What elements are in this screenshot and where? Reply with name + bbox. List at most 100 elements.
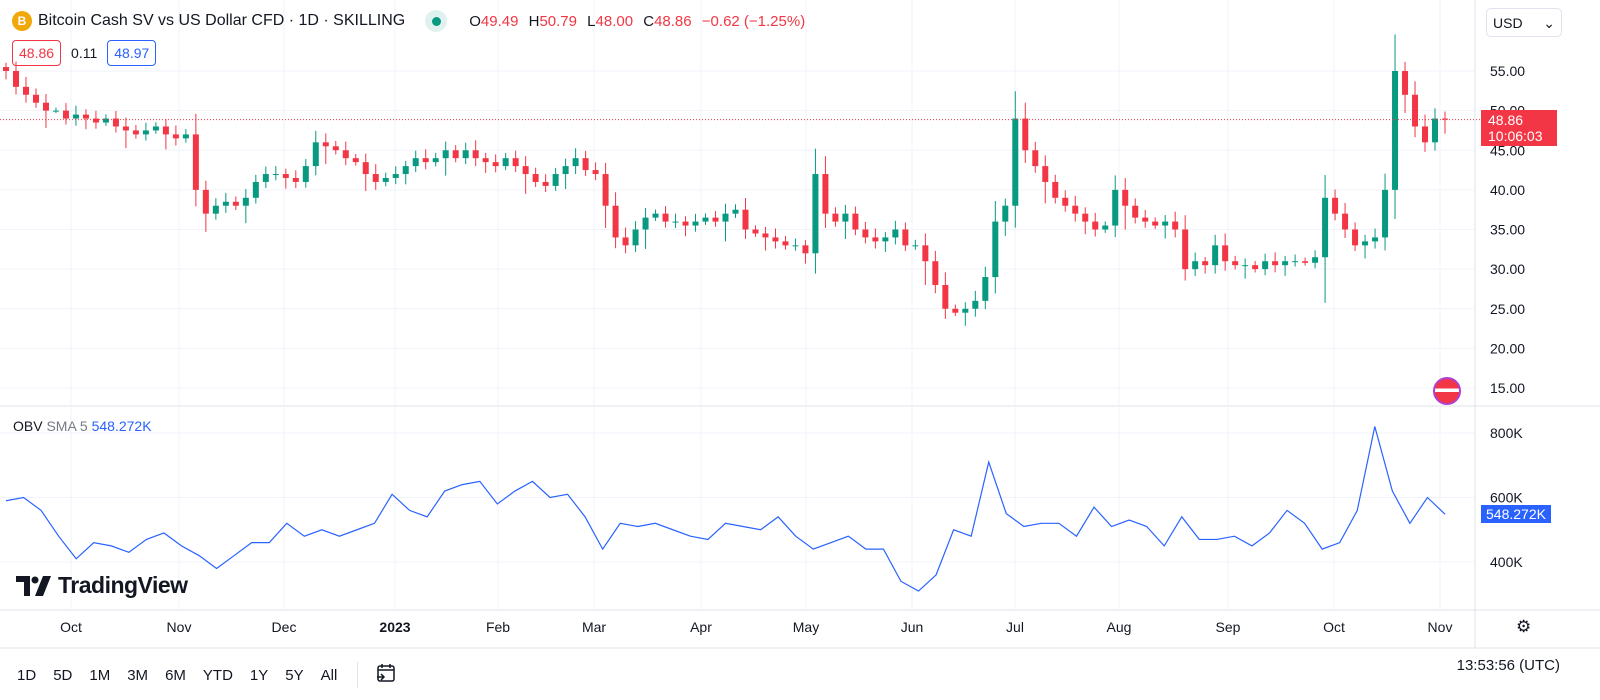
candle-body <box>952 308 959 313</box>
candle-body <box>982 277 989 301</box>
candle-body <box>1152 221 1159 226</box>
candle-body <box>1392 71 1399 190</box>
candle-body <box>622 237 629 246</box>
range-button-5d[interactable]: 5D <box>53 667 72 684</box>
logo-text: TradingView <box>58 572 188 598</box>
candle-body <box>572 158 579 167</box>
candle-body <box>352 158 359 163</box>
candle-body <box>682 221 689 226</box>
ohlc-values: O49.49 H50.79 L48.00 C48.86 −0.62 (−1.25… <box>469 13 811 30</box>
candle-body <box>842 213 849 222</box>
chevron-down-icon: ⌄ <box>1543 15 1555 31</box>
candle-body <box>452 150 459 159</box>
range-button-all[interactable]: All <box>321 667 338 684</box>
candle-body <box>1062 197 1069 206</box>
clock[interactable]: 13:53:56 (UTC) <box>1457 657 1560 674</box>
low-label: L <box>587 12 596 30</box>
us-flag-icon[interactable] <box>1433 377 1461 405</box>
range-button-1m[interactable]: 1M <box>89 667 110 684</box>
symbol-title[interactable]: Bitcoin Cash SV vs US Dollar CFD · 1D · … <box>38 12 405 30</box>
candle-body <box>762 233 769 238</box>
time-tick-label: Mar <box>582 619 606 635</box>
time-tick-label: Nov <box>167 619 192 635</box>
candle-body <box>72 114 79 119</box>
candle-body <box>482 158 489 163</box>
candle-body <box>882 237 889 242</box>
candle-body <box>1072 205 1079 214</box>
candle-body <box>522 166 529 175</box>
last-price: 48.86 <box>1488 112 1524 128</box>
range-button-5y[interactable]: 5Y <box>285 667 303 684</box>
close-value: 48.86 <box>654 12 692 30</box>
open-value: 49.49 <box>480 12 519 30</box>
settings-gear-icon[interactable]: ⚙ <box>1516 617 1531 637</box>
time-tick-label: May <box>793 619 819 635</box>
candle-body <box>1212 245 1219 266</box>
candle-body <box>222 201 229 206</box>
candle-body <box>662 213 669 222</box>
last-price-tag: 48.86 10:06:03 <box>1481 110 1557 146</box>
candle-body <box>1142 217 1149 222</box>
range-button-ytd[interactable]: YTD <box>203 667 233 684</box>
candle-body <box>692 221 699 226</box>
candle-body <box>502 158 509 167</box>
price-tick-label: 30.00 <box>1490 261 1525 277</box>
range-button-3m[interactable]: 3M <box>127 667 148 684</box>
candle-body <box>1282 261 1289 266</box>
candle-body <box>1012 118 1019 206</box>
candle-body <box>752 229 759 234</box>
obv-value-tag: 548.272K <box>1481 505 1551 523</box>
candle-body <box>1132 205 1139 218</box>
candle-body <box>742 209 749 230</box>
tradingview-logo[interactable]: TradingView <box>16 572 188 599</box>
candle-body <box>1352 229 1359 246</box>
candle-body <box>1032 150 1039 167</box>
range-button-6m[interactable]: 6M <box>165 667 186 684</box>
high-value: 50.79 <box>539 12 577 30</box>
candle-body <box>282 174 289 178</box>
candle-body <box>1202 261 1209 266</box>
candle-body <box>632 229 639 246</box>
time-tick-label: Apr <box>690 619 712 635</box>
obv-tick-label: 600K <box>1490 490 1523 506</box>
candle-body <box>942 284 949 309</box>
low-value: 48.00 <box>595 12 634 30</box>
currency-select[interactable]: USD ⌄ <box>1486 8 1562 37</box>
change-value: −0.62 (−1.25%) <box>701 12 806 30</box>
candle-body <box>132 130 139 135</box>
buy-price-button[interactable]: 48.97 <box>107 40 157 66</box>
candle-body <box>472 150 479 159</box>
candle-body <box>1162 221 1169 226</box>
candle-body <box>212 205 219 214</box>
candle-body <box>172 134 179 139</box>
candle-body <box>302 166 309 182</box>
candle-body <box>652 213 659 218</box>
time-tick-label: Sep <box>1216 619 1241 635</box>
candle-body <box>332 146 339 151</box>
candle-body <box>42 102 49 111</box>
close-label: C <box>643 12 655 30</box>
candle-body <box>702 217 709 222</box>
candle-body <box>1332 197 1339 214</box>
quote-boxes: 48.86 0.11 48.97 <box>12 40 157 66</box>
range-button-1y[interactable]: 1Y <box>250 667 268 684</box>
go-to-date-calendar-icon[interactable] <box>375 662 397 688</box>
candle-body <box>1092 221 1099 230</box>
candle-body <box>292 177 299 182</box>
bar-countdown: 10:06:03 <box>1488 128 1543 144</box>
obv-tick-label: 400K <box>1490 554 1523 570</box>
candle-body <box>992 221 999 278</box>
time-tick-label: Jun <box>901 619 924 635</box>
candle-body <box>1022 118 1029 151</box>
candle-body <box>252 181 259 198</box>
candle-body <box>1242 265 1249 267</box>
candle-body <box>612 205 619 238</box>
sell-price-button[interactable]: 48.86 <box>12 40 62 66</box>
currency-value: USD <box>1493 15 1523 31</box>
candle-body <box>1292 261 1299 263</box>
candle-body <box>1312 257 1319 263</box>
price-tick-label: 15.00 <box>1490 380 1525 396</box>
range-button-1d[interactable]: 1D <box>17 667 36 684</box>
indicator-legend[interactable]: OBV SMA 5 548.272K <box>13 418 152 434</box>
chart-canvas[interactable]: Oct Nov Dec 2023 Feb Mar Apr May Jun Jul Aug Sep Oct… <box>0 0 1600 700</box>
